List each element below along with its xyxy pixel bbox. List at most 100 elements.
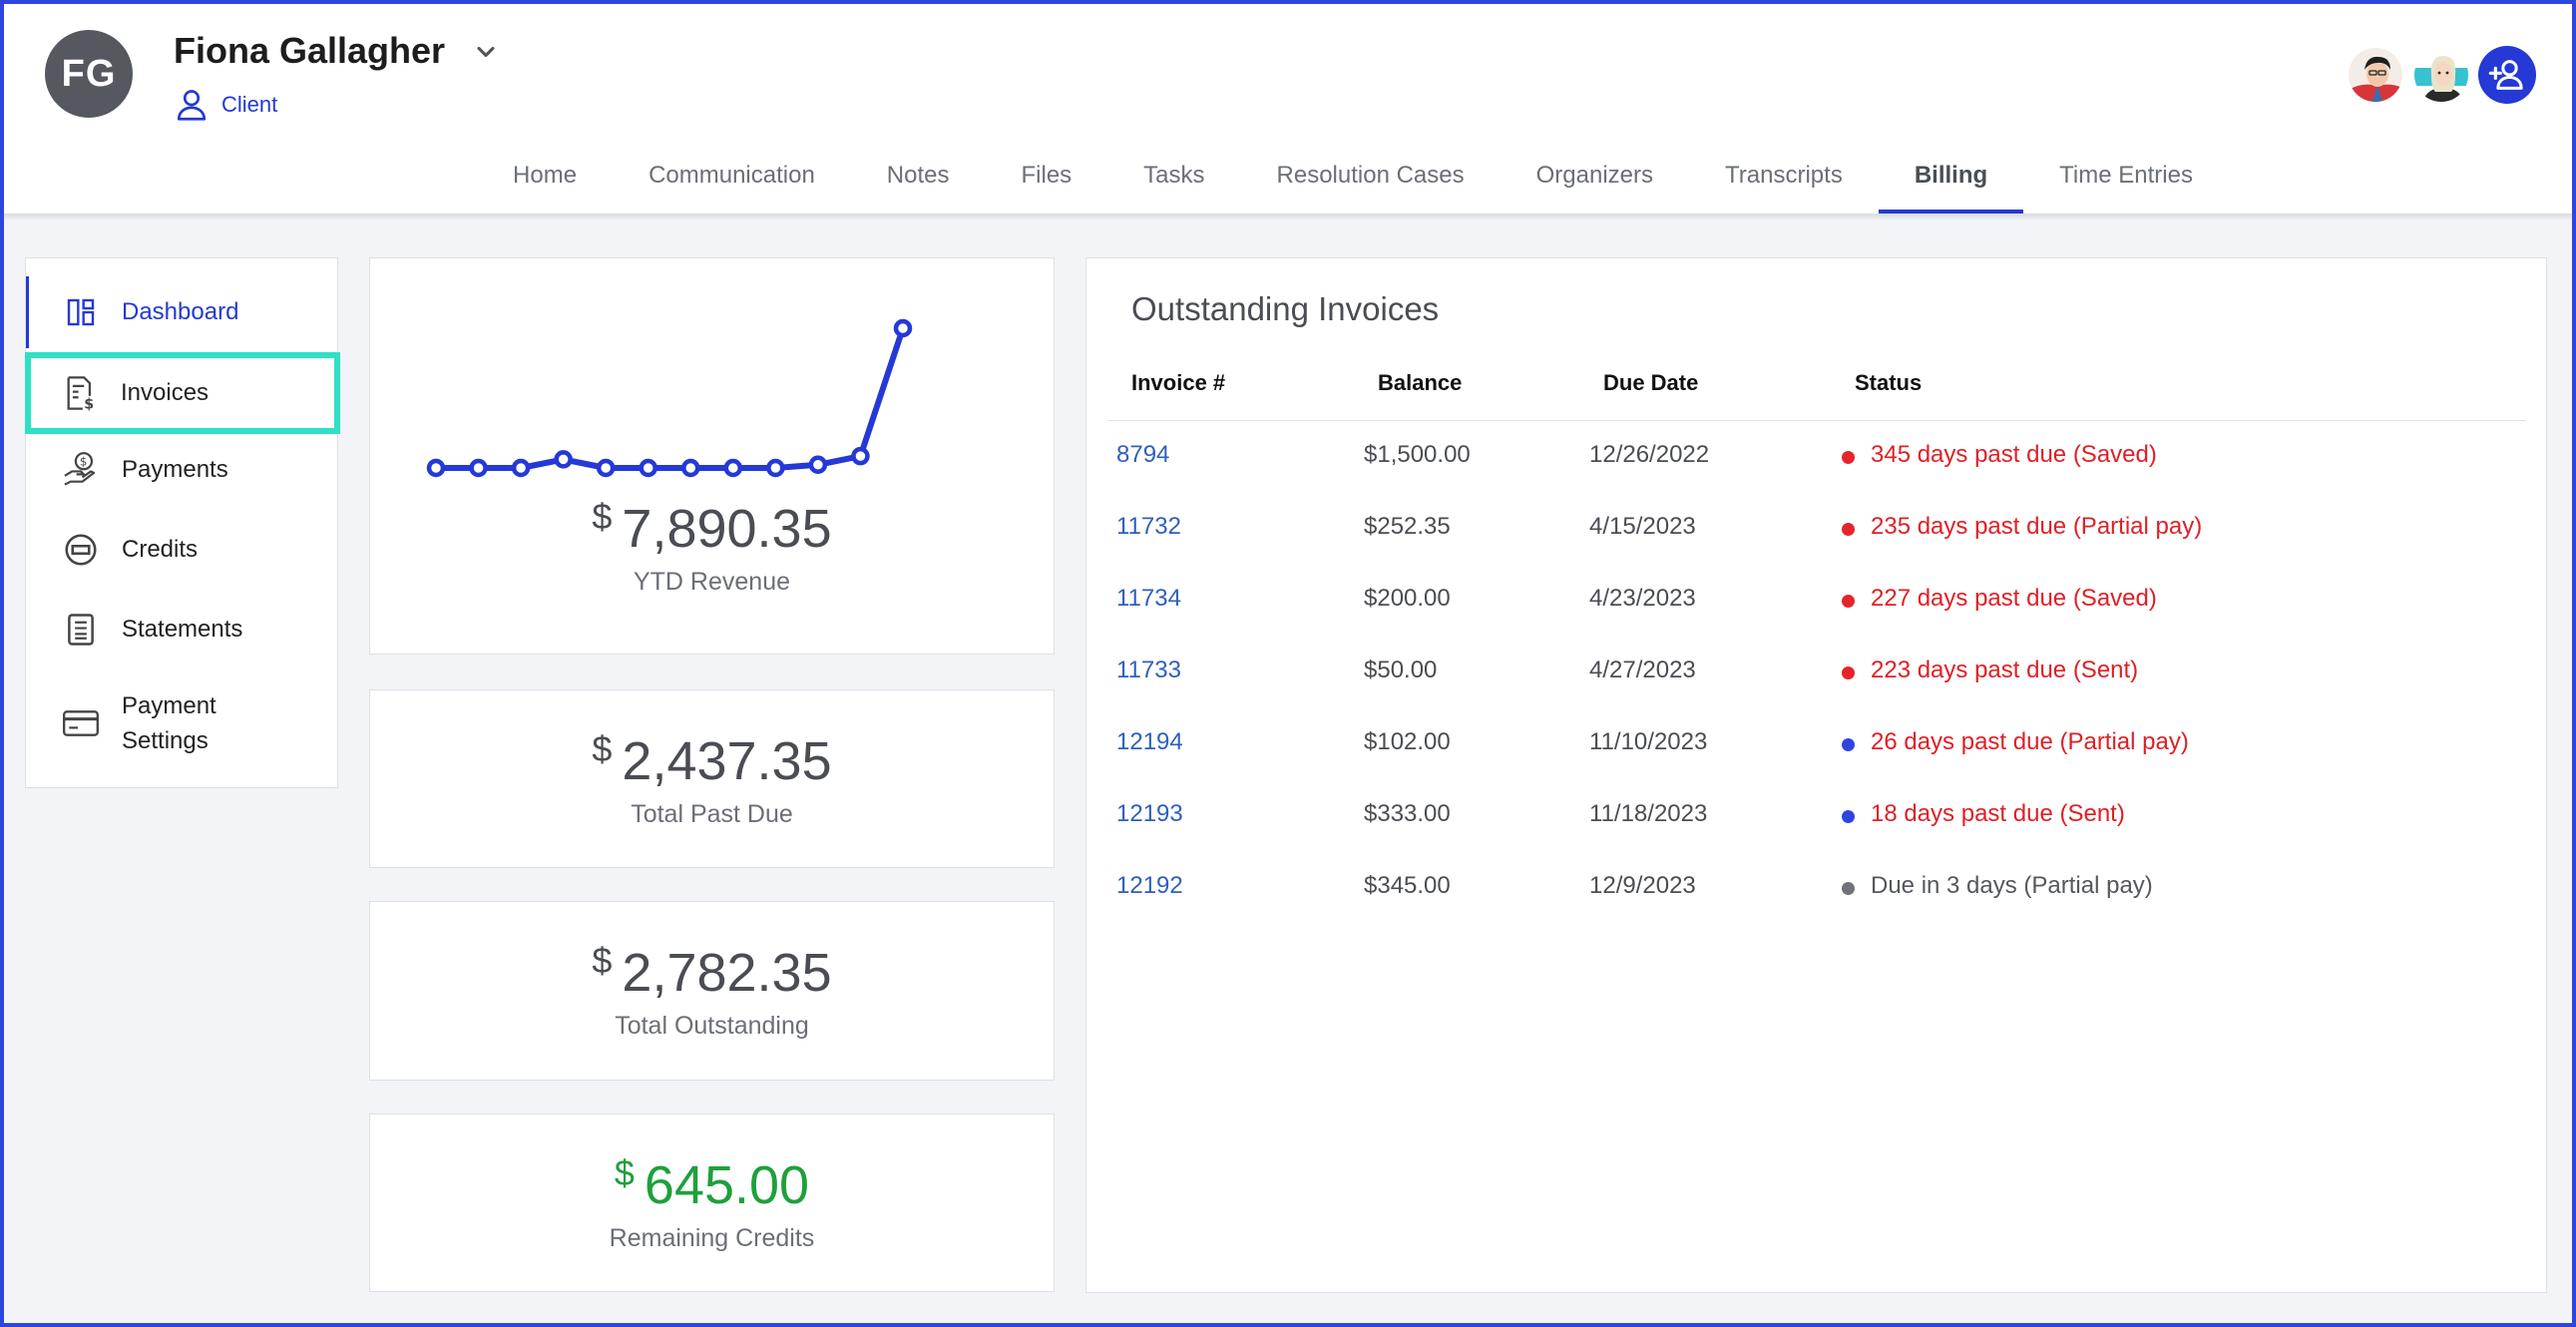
status-dot [1842, 738, 1855, 751]
sidebar-item-payment-settings[interactable]: Payment Settings [26, 671, 339, 775]
sidebar-item-statements[interactable]: Statements [26, 592, 339, 667]
statement-icon [62, 611, 100, 649]
tab-tasks[interactable]: Tasks [1107, 150, 1240, 214]
client-name: Fiona Gallagher [174, 30, 446, 71]
invoice-due-date: 12/26/2022 [1589, 441, 1710, 468]
revenue-point-11[interactable] [893, 318, 913, 338]
invoice-status: 227 days past due (Saved) [1871, 585, 2157, 612]
invoice-due-date: 4/23/2023 [1589, 585, 1696, 612]
ytd-revenue-card: $7,890.35 YTD Revenue [369, 257, 1055, 655]
sidebar-item-label: Invoices [121, 379, 210, 406]
invoice-icon: $ [61, 374, 99, 412]
revenue-point-6[interactable] [681, 458, 700, 478]
table-row[interactable]: 12194 $102.00 11/10/2023 26 days past due (… [1086, 728, 2546, 800]
invoice-status: 26 days past due (Partial pay) [1871, 728, 2189, 755]
tab-notes[interactable]: Notes [851, 150, 986, 214]
sidebar-item-dashboard[interactable]: Dashboard [26, 276, 339, 348]
invoice-balance: $252.35 [1364, 513, 1451, 540]
tab-transcripts[interactable]: Transcripts [1689, 150, 1879, 214]
invoice-due-date: 11/18/2023 [1589, 800, 1708, 827]
invoice-due-date: 11/10/2023 [1589, 728, 1708, 755]
tab-organizers[interactable]: Organizers [1501, 150, 1689, 214]
invoice-balance: $102.00 [1364, 728, 1451, 755]
invoice-status: 345 days past due (Saved) [1871, 441, 2157, 468]
invoice-number-link[interactable]: 11733 [1116, 657, 1181, 684]
invoice-number-link[interactable]: 11734 [1116, 585, 1181, 613]
revenue-point-10[interactable] [851, 446, 870, 466]
revenue-point-7[interactable] [723, 458, 743, 478]
user-avatar-1[interactable] [2347, 46, 2404, 104]
table-row[interactable]: 11732 $252.35 4/15/2023 235 days past due (… [1086, 513, 2546, 585]
panel-title: Outstanding Invoices [1131, 290, 1440, 327]
assigned-users [2347, 46, 2536, 104]
revenue-point-9[interactable] [808, 455, 828, 475]
remaining-credits-amount: $645.00 [614, 1152, 810, 1215]
table-row[interactable]: 12192 $345.00 12/9/2023 Due in 3 days (Part… [1086, 872, 2546, 944]
user-icon [177, 90, 207, 121]
revenue-point-1[interactable] [469, 458, 488, 478]
column-header-balance[interactable]: Balance [1378, 370, 1462, 396]
outstanding-card: $2,782.35 Total Outstanding [369, 901, 1055, 1081]
status-dot [1842, 810, 1855, 823]
column-header-invoice[interactable]: Invoice # [1131, 370, 1225, 396]
tab-resolution-cases[interactable]: Resolution Cases [1241, 150, 1501, 214]
invoice-number-link[interactable]: 11732 [1116, 513, 1181, 541]
invoice-balance: $333.00 [1364, 800, 1451, 827]
table-row[interactable]: 8794 $1,500.00 12/26/2022 345 days past due… [1086, 441, 2546, 513]
sidebar-item-payments[interactable]: $ Payments [26, 432, 339, 508]
add-user-button[interactable] [2478, 46, 2536, 104]
outstanding-amount: $2,782.35 [592, 940, 832, 1003]
sidebar-item-credits[interactable]: Credits [26, 512, 339, 588]
ytd-revenue-chart [426, 318, 913, 478]
revenue-point-3[interactable] [554, 450, 573, 469]
credit-minus-icon [62, 531, 100, 569]
invoice-number-link[interactable]: 12193 [1116, 800, 1183, 828]
sidebar-item-invoices[interactable]: $ Invoices [25, 352, 340, 434]
invoice-number-link[interactable]: 12194 [1116, 728, 1183, 756]
column-header-due-date[interactable]: Due Date [1603, 370, 1698, 396]
ytd-revenue-label: YTD Revenue [633, 568, 791, 596]
remaining-credits-card: $645.00 Remaining Credits [369, 1113, 1055, 1292]
status-dot [1842, 595, 1855, 608]
revenue-point-5[interactable] [639, 458, 657, 478]
invoice-balance: $345.00 [1364, 872, 1451, 899]
revenue-point-8[interactable] [766, 458, 785, 478]
status-dot [1842, 666, 1855, 679]
tab-files[interactable]: Files [986, 150, 1108, 214]
past-due-label: Total Past Due [631, 800, 793, 828]
revenue-point-0[interactable] [426, 458, 446, 478]
payment-hand-icon: $ [62, 451, 100, 489]
table-row[interactable]: 12193 $333.00 11/18/2023 18 days past due (… [1086, 800, 2546, 872]
table-row[interactable]: 11734 $200.00 4/23/2023 227 days past due (… [1086, 585, 2546, 657]
client-header: FG Fiona Gallagher Client Home Communica… [0, 0, 2576, 214]
sidebar-item-label: Dashboard [122, 298, 239, 325]
invoice-number-link[interactable]: 12192 [1116, 872, 1183, 900]
revenue-point-4[interactable] [596, 458, 616, 478]
client-role-label: Client [221, 92, 278, 117]
invoice-status: Due in 3 days (Partial pay) [1871, 872, 2153, 899]
billing-sidebar: Dashboard $ Invoices $ Payments Credits … [25, 257, 340, 788]
credit-card-icon [62, 704, 100, 742]
tab-time-entries[interactable]: Time Entries [2023, 150, 2229, 214]
status-dot [1842, 523, 1855, 536]
client-avatar: FG [45, 30, 133, 118]
tab-communication[interactable]: Communication [613, 150, 851, 214]
ytd-revenue-amount: $7,890.35 [592, 496, 832, 559]
tab-billing[interactable]: Billing [1878, 150, 2024, 214]
sidebar-item-label: Payments [122, 456, 228, 483]
invoice-number-link[interactable]: 8794 [1116, 441, 1169, 469]
user-avatar-2[interactable] [2412, 46, 2470, 104]
tab-home[interactable]: Home [477, 150, 613, 214]
revenue-point-2[interactable] [511, 458, 531, 478]
table-row[interactable]: 11733 $50.00 4/27/2023 223 days past due (S… [1086, 657, 2546, 728]
revenue-line [436, 327, 906, 471]
chevron-down-icon[interactable] [472, 38, 500, 66]
invoice-due-date: 12/9/2023 [1589, 872, 1696, 899]
column-header-status[interactable]: Status [1855, 370, 1922, 396]
client-role[interactable]: Client [174, 86, 277, 124]
status-dot [1842, 882, 1855, 895]
invoice-status: 18 days past due (Sent) [1871, 800, 2125, 827]
invoice-status: 235 days past due (Partial pay) [1871, 513, 2203, 540]
past-due-amount: $2,437.35 [592, 728, 832, 791]
svg-text:$: $ [84, 397, 94, 412]
